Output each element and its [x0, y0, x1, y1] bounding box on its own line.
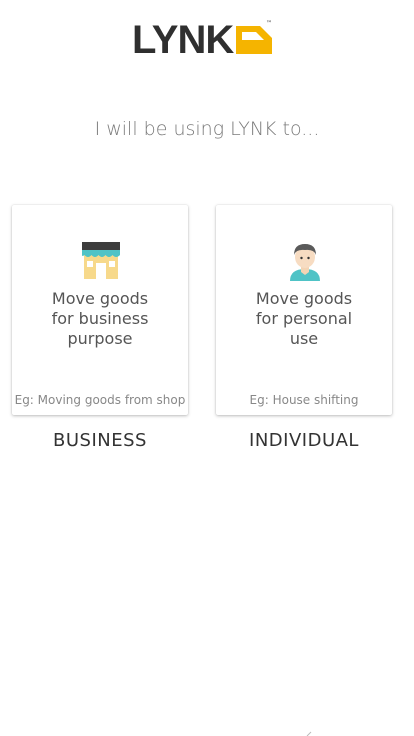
person-icon — [290, 244, 320, 281]
shop-icon — [82, 242, 120, 279]
individual-option-card[interactable]: Move goods for personal use Eg: House sh… — [216, 205, 392, 415]
business-option-card[interactable]: Move goods for business purpose Eg: Movi… — [12, 205, 188, 415]
individual-example: Eg: House shifting — [249, 393, 359, 407]
trademark: ™ — [266, 20, 272, 27]
truck-logo-icon — [236, 26, 272, 54]
individual-option-label[interactable]: INDIVIDUAL — [216, 430, 392, 451]
decorative-mark-icon — [306, 731, 312, 736]
logo-text: LYNK — [132, 18, 234, 62]
business-example: Eg: Moving goods from shop — [14, 393, 186, 407]
business-option-label[interactable]: BUSINESS — [12, 430, 188, 451]
individual-description: Move goods for personal use — [255, 289, 353, 348]
business-description: Move goods for business purpose — [51, 289, 149, 348]
lynk-logo: LYNK ™ — [132, 18, 274, 62]
page-title: I will be using LYNK to... — [94, 118, 320, 140]
